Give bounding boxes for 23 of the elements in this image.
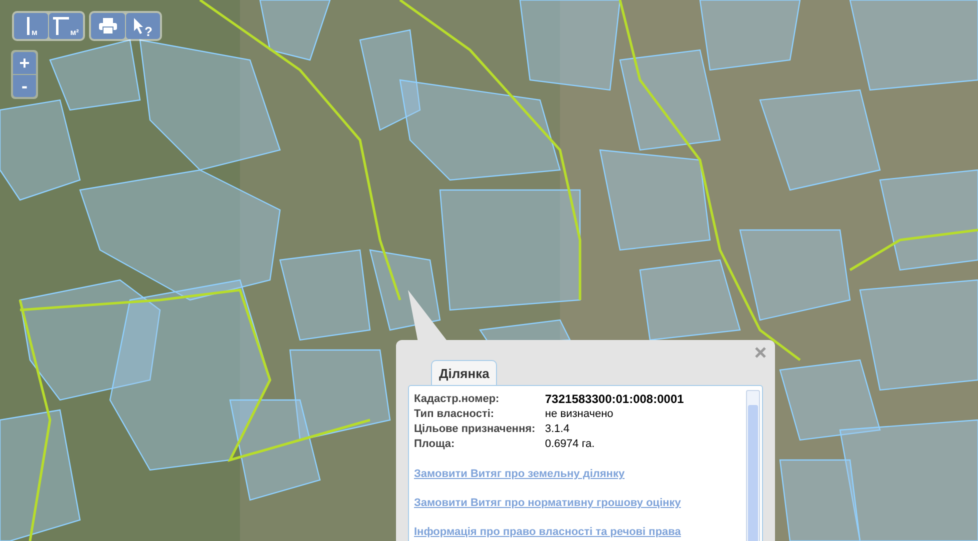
- close-icon[interactable]: [754, 346, 767, 359]
- measure-button[interactable]: м²: [49, 13, 83, 39]
- link[interactable]: Замовити Витяг про земельну ділянку: [414, 467, 625, 481]
- zoom-in-button[interactable]: +: [13, 52, 36, 74]
- scrollbar[interactable]: [746, 390, 760, 541]
- field-label: Цільове призначення:: [414, 422, 536, 436]
- pointer-arrow-icon: [134, 18, 144, 34]
- tab[interactable]: Ділянка: [431, 360, 498, 386]
- print-button[interactable]: [91, 13, 125, 39]
- ruler-t-icon: [53, 17, 70, 35]
- printer-icon: [99, 18, 117, 34]
- field-value: 3.1.4: [545, 422, 570, 436]
- field-value: не визначено: [545, 407, 614, 421]
- measure-button[interactable]: м: [14, 13, 48, 39]
- field-label: Тип власності:: [414, 407, 496, 421]
- field-value: 7321583300:01:008:0001: [545, 392, 684, 406]
- identify-button[interactable]: ?: [126, 13, 160, 39]
- zoom-out-button[interactable]: -: [13, 75, 36, 97]
- link[interactable]: Інформація про право власності та речові права: [414, 525, 681, 539]
- field-label: Площа:: [414, 437, 456, 451]
- field-label: Кадастр.номер:: [414, 392, 500, 406]
- field-value: 0.6974 га.: [545, 437, 596, 451]
- link[interactable]: Замовити Витяг про нормативну грошову оцінку: [414, 496, 681, 510]
